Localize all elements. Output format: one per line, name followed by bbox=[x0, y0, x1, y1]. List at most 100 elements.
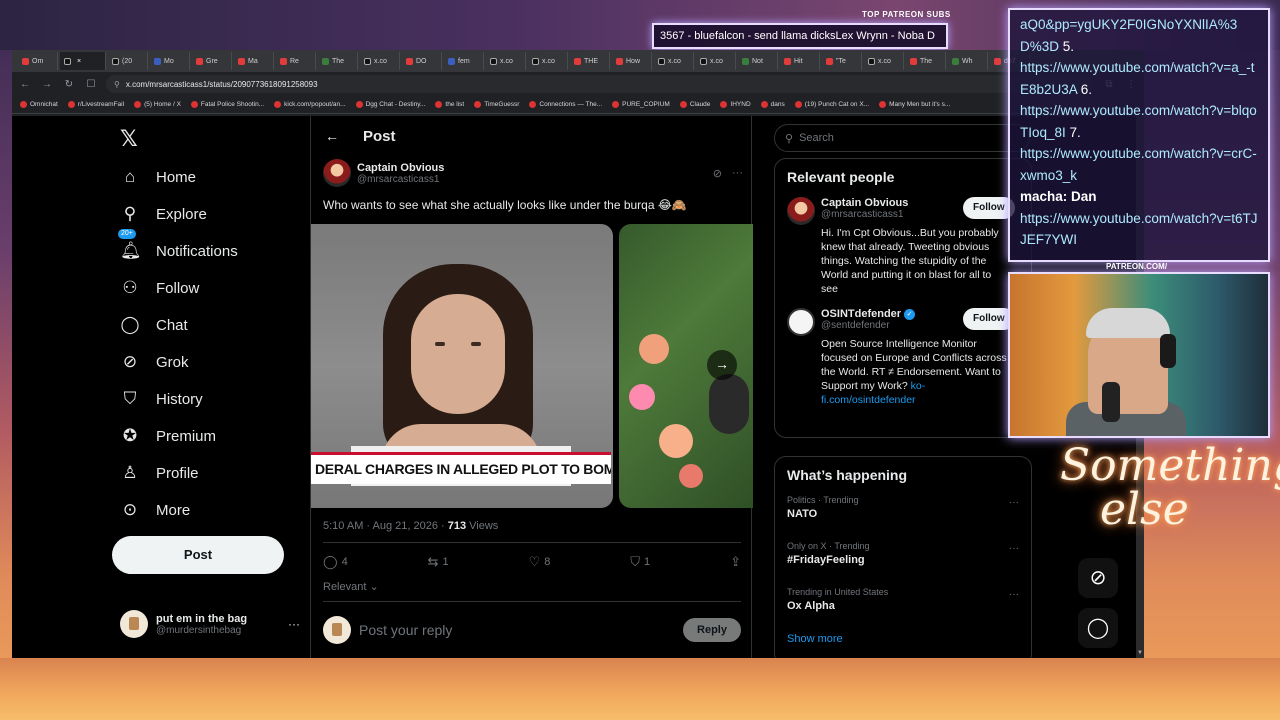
grok-explain-icon[interactable]: ⊘ bbox=[713, 167, 722, 180]
repost-action[interactable]: ⇆ 1 bbox=[428, 554, 449, 570]
person-name[interactable]: OSINTdefender bbox=[821, 308, 901, 320]
bookmark-item[interactable]: Claude bbox=[679, 101, 710, 108]
bookmark-item[interactable]: IHYND bbox=[720, 101, 751, 108]
browser-tab[interactable]: x.co bbox=[486, 52, 526, 70]
trend-more-icon[interactable]: ··· bbox=[1009, 497, 1019, 508]
back-icon[interactable]: ← bbox=[18, 79, 32, 90]
bookmark-item[interactable]: (19) Punch Cat on X... bbox=[794, 101, 869, 108]
browser-tab[interactable]: x.co bbox=[528, 52, 568, 70]
browser-tab[interactable]: x.co bbox=[696, 52, 736, 70]
browser-tab[interactable]: The bbox=[318, 52, 358, 70]
nav-notifications[interactable]: 🔔︎ 20+ Notifications bbox=[118, 229, 238, 266]
tab-close-icon[interactable]: × bbox=[77, 58, 81, 65]
follow-button[interactable]: Follow bbox=[963, 197, 1015, 219]
author-avatar[interactable] bbox=[323, 159, 351, 187]
bookmark-item[interactable]: kick.com/popout/an... bbox=[274, 101, 346, 108]
bookmark-item[interactable]: (5) Home / X bbox=[134, 101, 181, 108]
trend-name: #FridayFeeling bbox=[787, 554, 865, 566]
bookmark-item[interactable]: TimeGuessr bbox=[474, 101, 519, 108]
nav-explore[interactable]: ⚲ Explore bbox=[120, 199, 207, 229]
browser-tab[interactable]: Not bbox=[738, 52, 778, 70]
nav-grok[interactable]: ⊘ Grok bbox=[120, 347, 189, 377]
tab-label: x.co bbox=[878, 57, 891, 65]
next-image-arrow-icon[interactable]: → bbox=[707, 350, 737, 380]
show-more-link[interactable]: Show more bbox=[775, 627, 1031, 651]
author-handle[interactable]: @mrsarcasticass1 bbox=[357, 174, 444, 185]
browser-tab[interactable]: The bbox=[906, 52, 946, 70]
trend-more-icon[interactable]: ··· bbox=[1009, 543, 1019, 554]
reply-input[interactable]: Post your reply bbox=[359, 622, 452, 638]
person-avatar[interactable] bbox=[787, 197, 815, 225]
browser-tab[interactable]: Om bbox=[18, 52, 58, 70]
browser-tab[interactable]: × bbox=[60, 52, 106, 70]
share-action[interactable]: ⇪ bbox=[730, 554, 741, 570]
bookmark-item[interactable]: Many Men but it's s... bbox=[879, 101, 950, 108]
person-avatar[interactable] bbox=[787, 308, 815, 336]
follow-button[interactable]: Follow bbox=[963, 308, 1015, 330]
trend-item[interactable]: Politics · Trending NATO ··· bbox=[775, 489, 1031, 535]
person-card[interactable]: Captain Obvious @mrsarcasticass1 Hi. I'm… bbox=[775, 191, 1031, 302]
bookmark-item[interactable]: PURE_COPIUM bbox=[612, 101, 670, 108]
compose-post-button[interactable]: Post bbox=[112, 536, 284, 574]
trend-item[interactable]: Trending in United States Ox Alpha ··· bbox=[775, 581, 1031, 627]
browser-tab[interactable]: fem bbox=[444, 52, 484, 70]
trend-more-icon[interactable]: ··· bbox=[1009, 589, 1019, 600]
mugshot-image[interactable]: DERAL CHARGES IN ALLEGED PLOT TO BOMB NY… bbox=[311, 224, 613, 508]
nav-follow[interactable]: ⚇ Follow bbox=[120, 273, 199, 303]
bookmark-item[interactable]: Omnichat bbox=[20, 101, 58, 108]
messages-overlay-icon[interactable]: ◯ bbox=[1078, 608, 1118, 648]
bookmark-item[interactable]: dans bbox=[760, 101, 785, 108]
browser-tab[interactable]: THE bbox=[570, 52, 610, 70]
browser-tab[interactable]: Hit bbox=[780, 52, 820, 70]
browser-tab[interactable]: Mo bbox=[150, 52, 190, 70]
browser-tab[interactable]: Wh bbox=[948, 52, 988, 70]
nav-history[interactable]: ⛉ History bbox=[120, 384, 203, 414]
forward-icon[interactable]: → bbox=[40, 79, 54, 90]
scroll-down-icon[interactable]: ▼ bbox=[1137, 650, 1143, 656]
browser-tab[interactable]: Gre bbox=[192, 52, 232, 70]
reply-button[interactable]: Reply bbox=[683, 618, 741, 642]
post-media[interactable]: DERAL CHARGES IN ALLEGED PLOT TO BOMB NY… bbox=[311, 224, 753, 508]
browser-tab[interactable]: x.co bbox=[654, 52, 694, 70]
browser-tab[interactable]: How bbox=[612, 52, 652, 70]
back-arrow-icon[interactable]: ← bbox=[325, 128, 339, 144]
bookmark-item[interactable]: r/LivestreamFail bbox=[67, 101, 124, 108]
reload-icon[interactable]: ↻ bbox=[62, 79, 76, 90]
tab-label: fem bbox=[458, 57, 470, 65]
address-bar[interactable]: ⚲ x.com/mrsarcasticass1/status/209077361… bbox=[106, 75, 1094, 93]
search-input[interactable]: ⚲ Search bbox=[774, 124, 1030, 152]
person-card[interactable]: OSINTdefender ✓ @sentdefender Open Source… bbox=[775, 302, 1031, 413]
x-logo-icon[interactable]: 𝕏 bbox=[120, 126, 138, 152]
site-info-icon[interactable]: ⚲ bbox=[114, 80, 120, 89]
post-author[interactable]: Captain Obvious @mrsarcasticass1 ⊘ ··· bbox=[323, 156, 743, 190]
tab-label: How bbox=[626, 57, 641, 65]
reply-action[interactable]: ◯ 4 bbox=[323, 554, 348, 570]
account-switcher[interactable]: put em in the bag @murdersinthebag ··· bbox=[120, 604, 300, 644]
grok-overlay-icon[interactable]: ⊘ bbox=[1078, 558, 1118, 598]
nav-premium[interactable]: ✪ Premium bbox=[120, 421, 216, 451]
like-action[interactable]: ♡ 8 bbox=[529, 554, 551, 570]
browser-tab[interactable]: x.co bbox=[864, 52, 904, 70]
author-name[interactable]: Captain Obvious bbox=[357, 162, 444, 174]
bookmark-item[interactable]: Dgg Chat - Destiny... bbox=[355, 101, 425, 108]
reply-sort-dropdown[interactable]: Relevant ⌄ bbox=[323, 580, 379, 593]
post-more-icon[interactable]: ··· bbox=[732, 167, 743, 180]
browser-tab[interactable]: "Te bbox=[822, 52, 862, 70]
bookmark-item[interactable]: Fatal Police Shootin... bbox=[190, 101, 264, 108]
bookmark-action[interactable]: ⛉ 1 bbox=[630, 554, 650, 570]
more-dots-icon[interactable]: ··· bbox=[288, 617, 300, 631]
person-name[interactable]: Captain Obvious bbox=[821, 197, 908, 209]
browser-tab[interactable]: (20 bbox=[108, 52, 148, 70]
browser-tab[interactable]: Re bbox=[276, 52, 316, 70]
browser-tab[interactable]: DO bbox=[402, 52, 442, 70]
nav-home[interactable]: ⌂ Home bbox=[120, 162, 196, 192]
nav-more[interactable]: ⊙ More bbox=[120, 495, 190, 525]
bookmark-icon[interactable]: ☐ bbox=[84, 79, 98, 90]
browser-tab[interactable]: x.co bbox=[360, 52, 400, 70]
nav-profile[interactable]: ♙ Profile bbox=[120, 458, 198, 488]
trend-item[interactable]: Only on X · Trending #FridayFeeling ··· bbox=[775, 535, 1031, 581]
nav-chat[interactable]: ◯ Chat bbox=[120, 310, 187, 340]
browser-tab[interactable]: Ma bbox=[234, 52, 274, 70]
bookmark-item[interactable]: Connections — The... bbox=[529, 101, 602, 108]
bookmark-item[interactable]: the list bbox=[435, 101, 464, 108]
